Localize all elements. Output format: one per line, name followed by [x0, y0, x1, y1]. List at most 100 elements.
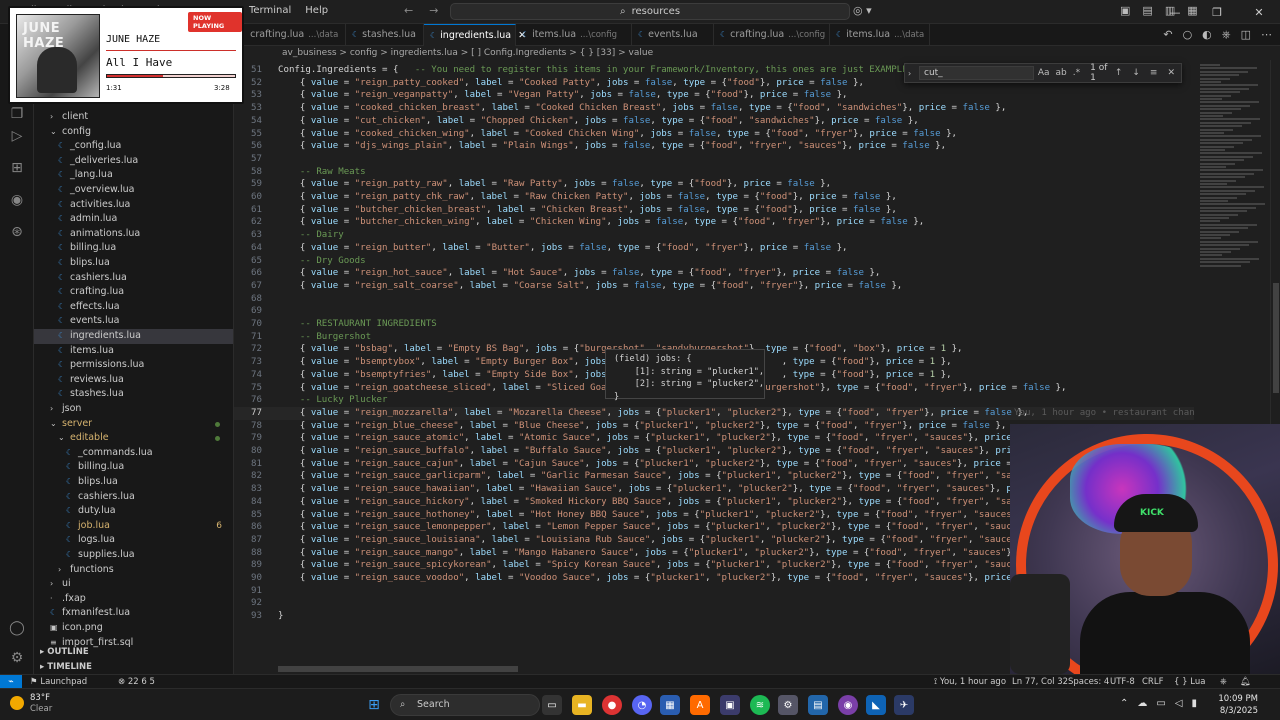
code-line[interactable]: 71 -- Burgershot — [234, 331, 1194, 344]
folder-item[interactable]: › functions — [34, 563, 233, 578]
file-item[interactable]: ☾ _commands.lua — [34, 446, 233, 461]
run-debug-icon[interactable]: ▷ — [0, 122, 34, 150]
extensions-icon[interactable]: ⊞ — [0, 154, 34, 182]
code-line[interactable]: 64 { value = "reign_butter", label = "Bu… — [234, 242, 1194, 255]
app-icon-2[interactable]: A — [690, 695, 710, 715]
search-people-icon[interactable]: ⊛ — [0, 218, 34, 246]
vscode-icon[interactable]: ◣ — [866, 695, 886, 715]
code-line[interactable]: 62 { value = "butcher_chicken_wing", lab… — [234, 216, 1194, 229]
file-item[interactable]: ☾ job.lua 6 — [34, 519, 233, 534]
language-mode[interactable]: { } Lua — [1174, 675, 1205, 689]
file-item[interactable]: ☾ logs.lua — [34, 533, 233, 548]
folder-item[interactable]: › client — [34, 110, 233, 125]
task-view-icon[interactable]: ▭ — [542, 695, 562, 715]
outline-section[interactable]: ▸ OUTLINE — [34, 645, 233, 659]
app-icon-1[interactable]: ▦ — [660, 695, 680, 715]
folder-item[interactable]: ⌄ server — [34, 417, 233, 432]
regex-icon[interactable]: .* — [1073, 68, 1080, 78]
code-line[interactable]: 54 { value = "cut_chicken", label = "Cho… — [234, 115, 1194, 128]
code-line[interactable]: 70 -- RESTAURANT INGREDIENTS — [234, 318, 1194, 331]
file-item[interactable]: ☾ stashes.lua — [34, 387, 233, 402]
launchpad-item[interactable]: ⚑ Launchpad — [30, 675, 87, 689]
file-item[interactable]: · .fxap — [34, 592, 233, 607]
find-in-selection-icon[interactable]: ≡ — [1150, 68, 1158, 78]
gear-icon[interactable]: ⚙ — [0, 644, 34, 672]
app-icon-4[interactable]: ▤ — [808, 695, 828, 715]
more-actions-icon[interactable]: ⋯ — [1261, 28, 1272, 42]
code-line[interactable]: 53 { value = "reign_veganpatty", label =… — [234, 89, 1194, 102]
close-find-icon[interactable]: ✕ — [1167, 68, 1175, 78]
code-line[interactable]: 58 -- Raw Meats — [234, 166, 1194, 179]
remote-indicator-icon[interactable]: ⌁ — [0, 675, 22, 689]
editor-tab[interactable]: ☾crafting.lua...\data — [234, 24, 346, 46]
file-item[interactable]: ☾ events.lua — [34, 314, 233, 329]
editor-tab[interactable]: ☾ events.lua — [632, 24, 714, 46]
taskbar-search[interactable]: ⌕ Search — [390, 694, 540, 716]
whole-word-icon[interactable]: ab — [1056, 68, 1067, 78]
file-item[interactable]: ☾ blips.lua — [34, 475, 233, 490]
windows-start-icon[interactable]: ⊞ — [364, 695, 384, 715]
folder-item[interactable]: ⌄ config — [34, 125, 233, 140]
code-line[interactable]: 53 { value = "cooked_chicken_breast", la… — [234, 102, 1194, 115]
file-item[interactable]: ☾ _overview.lua — [34, 183, 233, 198]
file-item[interactable]: ☾ duty.lua — [34, 504, 233, 519]
folder-item[interactable]: › ui — [34, 577, 233, 592]
indentation[interactable]: Spaces: 4 — [1068, 675, 1109, 689]
file-item[interactable]: ☾ admin.lua — [34, 212, 233, 227]
file-item[interactable]: ☾ cashiers.lua — [34, 490, 233, 505]
previous-match-icon[interactable]: ↑ — [1115, 68, 1123, 78]
code-line[interactable]: 67 { value = "reign_salt_coarse", label … — [234, 280, 1194, 293]
circle-icon[interactable]: ○ — [1183, 28, 1193, 42]
clock[interactable]: 10:09 PM 8/3/2025 — [1212, 693, 1258, 717]
editor-tab[interactable]: ☾ stashes.lua — [346, 24, 424, 46]
folder-item[interactable]: › json — [34, 402, 233, 417]
code-line[interactable]: 59 { value = "reign_patty_raw", label = … — [234, 178, 1194, 191]
folder-item[interactable]: ⌄ editable — [34, 431, 233, 446]
file-item[interactable]: ☾ _lang.lua — [34, 168, 233, 183]
code-line[interactable]: 66 { value = "reign_hot_sauce", label = … — [234, 267, 1194, 280]
file-item[interactable]: ☾ activities.lua — [34, 198, 233, 213]
file-explorer-icon[interactable]: ▬ — [572, 695, 592, 715]
code-line[interactable]: 69 — [234, 305, 1194, 318]
battery-icon[interactable]: ▮ — [1192, 698, 1198, 709]
encoding[interactable]: UTF-8 — [1110, 675, 1135, 689]
end-of-line[interactable]: CRLF — [1142, 675, 1163, 689]
command-center-search[interactable]: ⌕ resources — [450, 3, 850, 20]
git-blame-item[interactable]: ⟟ You, 1 hour ago — [934, 675, 1006, 689]
copilot-chat-icon[interactable]: ⎈ — [1222, 28, 1231, 42]
code-line[interactable]: 65 -- Dry Goods — [234, 255, 1194, 268]
file-item[interactable]: ☾ items.lua — [34, 344, 233, 359]
spotify-icon[interactable]: ≋ — [750, 695, 770, 715]
code-line[interactable]: 63 -- Dairy — [234, 229, 1194, 242]
file-item[interactable]: ☾ billing.lua — [34, 460, 233, 475]
chrome-icon[interactable]: ● — [602, 695, 622, 715]
volume-icon[interactable]: ◁ — [1175, 698, 1183, 709]
file-item[interactable]: ☾ cashiers.lua — [34, 271, 233, 286]
toggle-panel-icon[interactable]: ▤ — [1142, 4, 1152, 17]
code-line[interactable]: 77 { value = "reign_mozzarella", label =… — [234, 406, 1194, 420]
file-item[interactable]: ☾ ingredients.lua — [34, 329, 233, 344]
code-line[interactable]: 55 { value = "cooked_chicken_wing", labe… — [234, 128, 1194, 141]
scroll-thumb[interactable] — [1273, 283, 1279, 393]
cloud-icon[interactable]: ☁ — [1137, 698, 1147, 709]
app-icon-5[interactable]: ◉ — [838, 695, 858, 715]
editor-tab[interactable]: ☾ crafting.lua ...\config — [714, 24, 830, 46]
compare-icon[interactable]: ◐ — [1202, 28, 1212, 42]
file-item[interactable]: ☾ crafting.lua — [34, 285, 233, 300]
next-match-icon[interactable]: ↓ — [1132, 68, 1140, 78]
app-icon-6[interactable]: ✈ — [894, 695, 914, 715]
go-back-icon[interactable]: ↶ — [1163, 28, 1172, 42]
file-item[interactable]: ☾ blips.lua — [34, 256, 233, 271]
code-line[interactable]: 68 — [234, 293, 1194, 306]
file-item[interactable]: ☾ _config.lua — [34, 139, 233, 154]
file-item[interactable]: ☾ billing.lua — [34, 241, 233, 256]
file-item[interactable]: ☾ animations.lua — [34, 227, 233, 242]
toggle-replace-icon[interactable]: › — [908, 69, 911, 78]
toggle-sidebar-icon[interactable]: ▣ — [1120, 4, 1130, 17]
notifications-icon[interactable]: 🔔︎ — [1240, 675, 1251, 689]
network-icon[interactable]: ▭ — [1156, 698, 1165, 709]
file-item[interactable]: ☾ reviews.lua — [34, 373, 233, 388]
horizontal-scrollbar[interactable] — [278, 666, 518, 672]
remote-explorer-icon[interactable]: ◉ — [0, 186, 34, 214]
file-item[interactable]: ☾ fxmanifest.lua — [34, 606, 233, 621]
